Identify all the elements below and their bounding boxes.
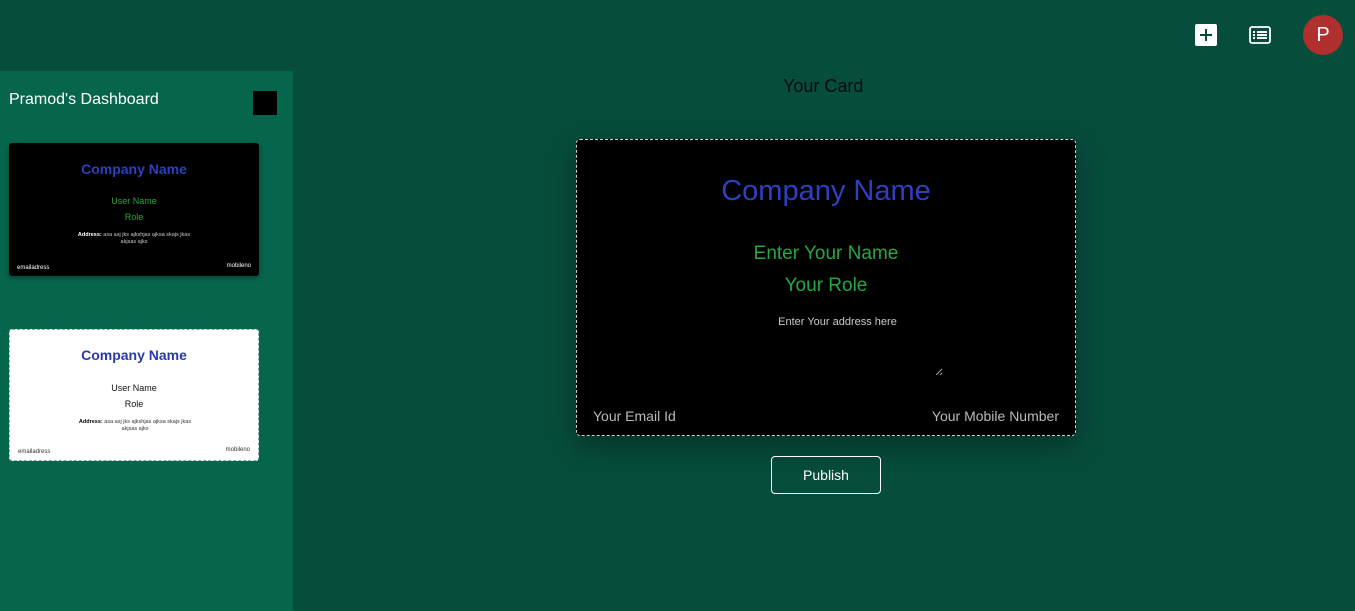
publish-button[interactable]: Publish xyxy=(771,456,881,494)
card-role: Role xyxy=(124,399,144,409)
card-role: Role xyxy=(124,212,144,222)
card-address-label: Address: xyxy=(77,232,102,238)
card-company-name: Company Name xyxy=(81,347,187,363)
card-address-label: Address: xyxy=(78,419,103,425)
sidebar-toggle-button[interactable] xyxy=(253,91,277,115)
card-address: Address: asa asj jks ajkshjas ajksa skaj… xyxy=(75,419,195,433)
role-field[interactable]: Your Role xyxy=(577,275,1075,297)
card-company-name: Company Name xyxy=(81,161,187,177)
mobile-field[interactable]: Your Mobile Number xyxy=(932,408,1059,424)
top-bar: P xyxy=(0,0,1355,70)
card-list-button[interactable] xyxy=(1248,24,1272,46)
card-address-text: asa asj jks ajkshjas ajksa skajs jkas ak… xyxy=(104,419,192,432)
card-user-name: User Name xyxy=(111,383,157,393)
list-icon xyxy=(1249,26,1271,44)
plus-icon xyxy=(1200,29,1212,41)
add-card-button[interactable] xyxy=(1195,24,1217,46)
avatar-initial: P xyxy=(1316,23,1330,46)
card-address-text: asa asj jks ajkshjas ajksa skajs jkas ak… xyxy=(103,232,191,245)
email-field[interactable]: Your Email Id xyxy=(593,408,676,424)
user-avatar[interactable]: P xyxy=(1303,15,1343,55)
sidebar: Pramod's Dashboard Company Name User Nam… xyxy=(0,71,293,611)
saved-card-dark[interactable]: Company Name User Name Role Address: asa… xyxy=(9,143,259,276)
card-user-name: User Name xyxy=(111,196,157,206)
card-mobile: mobileno xyxy=(225,447,250,453)
card-email: emailadress xyxy=(17,265,50,271)
page-title: Your Card xyxy=(783,76,864,96)
card-editor: Company Name Enter Your Name Your Role Y… xyxy=(576,139,1076,436)
sidebar-title: Pramod's Dashboard xyxy=(9,91,159,108)
address-input[interactable] xyxy=(732,316,943,376)
company-name-field[interactable]: Company Name xyxy=(577,175,1075,208)
card-email: emailadress xyxy=(18,449,51,455)
saved-card-light[interactable]: Company Name User Name Role Address: asa… xyxy=(9,329,259,461)
card-address: Address: asa asj jks ajkshjas ajksa skaj… xyxy=(74,232,194,246)
card-mobile: mobileno xyxy=(226,263,251,269)
name-field[interactable]: Enter Your Name xyxy=(577,243,1075,265)
